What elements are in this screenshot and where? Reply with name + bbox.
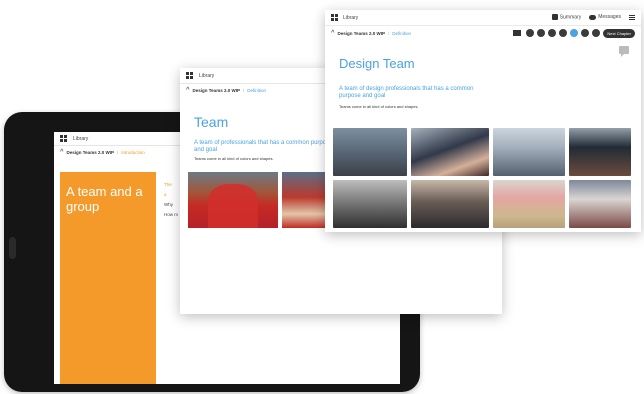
progress-dot[interactable] (548, 29, 557, 37)
breadcrumb-row: ^ Design Teams 2.0 WIP / Definition Next… (325, 26, 641, 40)
photo-grid (333, 128, 635, 228)
library-grid-icon[interactable] (60, 135, 67, 142)
team-photo[interactable] (333, 180, 407, 228)
breadcrumb-book[interactable]: Design Teams 2.0 WIP (193, 88, 240, 93)
tablet-home-button[interactable] (9, 237, 16, 259)
progress-dot[interactable] (526, 29, 535, 37)
breadcrumb-section[interactable]: Definition (247, 88, 266, 93)
chevron-up-icon[interactable]: ^ (186, 87, 190, 93)
messages-button[interactable]: Messages (589, 14, 621, 20)
page-body-text: Teams come in all kind of colors and sha… (194, 156, 274, 161)
messages-label: Messages (598, 14, 621, 21)
progress-dot[interactable] (537, 29, 546, 37)
page-body-text: Teams come in all kind of colors and sha… (339, 104, 419, 109)
side-text-line: How m (164, 212, 179, 217)
library-label[interactable]: Library (73, 136, 88, 142)
library-grid-icon[interactable] (186, 72, 193, 79)
summary-icon (551, 14, 558, 21)
page-title: Team (194, 114, 229, 130)
chapter-side-text: The a Why How m (164, 180, 178, 220)
team-photo[interactable] (188, 172, 278, 228)
progress-dot-current[interactable] (570, 29, 579, 37)
chevron-up-icon[interactable]: ^ (331, 30, 335, 36)
messages-icon (589, 14, 597, 20)
design-topbar: Library Summary Messages (325, 10, 641, 26)
chevron-up-icon[interactable]: ^ (60, 149, 64, 155)
stage: Library ^ Design Teams 2.0 WIP / Introdu… (0, 0, 644, 394)
breadcrumb-separator: / (387, 30, 390, 36)
library-grid-icon (331, 14, 338, 21)
side-text-line: Why (164, 202, 173, 207)
book-icon[interactable] (513, 30, 522, 36)
breadcrumb-section[interactable]: Introduction (121, 150, 145, 155)
chapter-title: A team and a group (66, 184, 143, 214)
breadcrumb-book[interactable]: Design Teams 2.0 WIP (67, 150, 114, 155)
progress-dot[interactable] (592, 29, 601, 37)
team-photo[interactable] (282, 172, 326, 228)
chapter-progress: Next Chapter (513, 28, 635, 38)
progress-dot[interactable] (559, 29, 568, 37)
summary-button[interactable]: Summary (551, 14, 582, 21)
library-label[interactable]: Library (199, 73, 214, 79)
design-team-window: Library Summary Messages ^ Design Teams … (325, 10, 641, 232)
team-photo[interactable] (493, 128, 565, 176)
breadcrumb-book[interactable]: Design Teams 2.0 WIP (338, 31, 385, 36)
team-photo[interactable] (333, 128, 407, 176)
progress-dot[interactable] (581, 29, 590, 37)
team-photo[interactable] (569, 128, 631, 176)
breadcrumb-section[interactable]: Definition (392, 31, 411, 36)
breadcrumb-separator: / (116, 149, 119, 155)
breadcrumb: ^ Design Teams 2.0 WIP / Definition (331, 27, 411, 39)
side-text-line: The (164, 182, 172, 187)
comment-icon[interactable] (619, 46, 629, 57)
page-title: Design Team (339, 56, 415, 71)
chapter-card[interactable]: A team and a group (60, 172, 156, 384)
team-photo[interactable] (569, 180, 631, 228)
team-photo[interactable] (411, 180, 489, 228)
next-chapter-button[interactable]: Next Chapter (603, 28, 635, 38)
menu-icon[interactable] (629, 14, 635, 20)
library-link[interactable]: Library (331, 14, 358, 21)
topbar-actions: Summary Messages (551, 14, 635, 21)
library-label: Library (343, 14, 359, 21)
breadcrumb-separator: / (242, 87, 245, 93)
summary-label: Summary (559, 14, 582, 21)
page-subtitle: A team of design professionals that has … (339, 86, 474, 99)
team-photo[interactable] (411, 128, 489, 176)
page-subtitle: A team of professionals that has a commo… (194, 140, 333, 153)
team-photo[interactable] (493, 180, 565, 228)
side-text-line: a (164, 192, 167, 197)
